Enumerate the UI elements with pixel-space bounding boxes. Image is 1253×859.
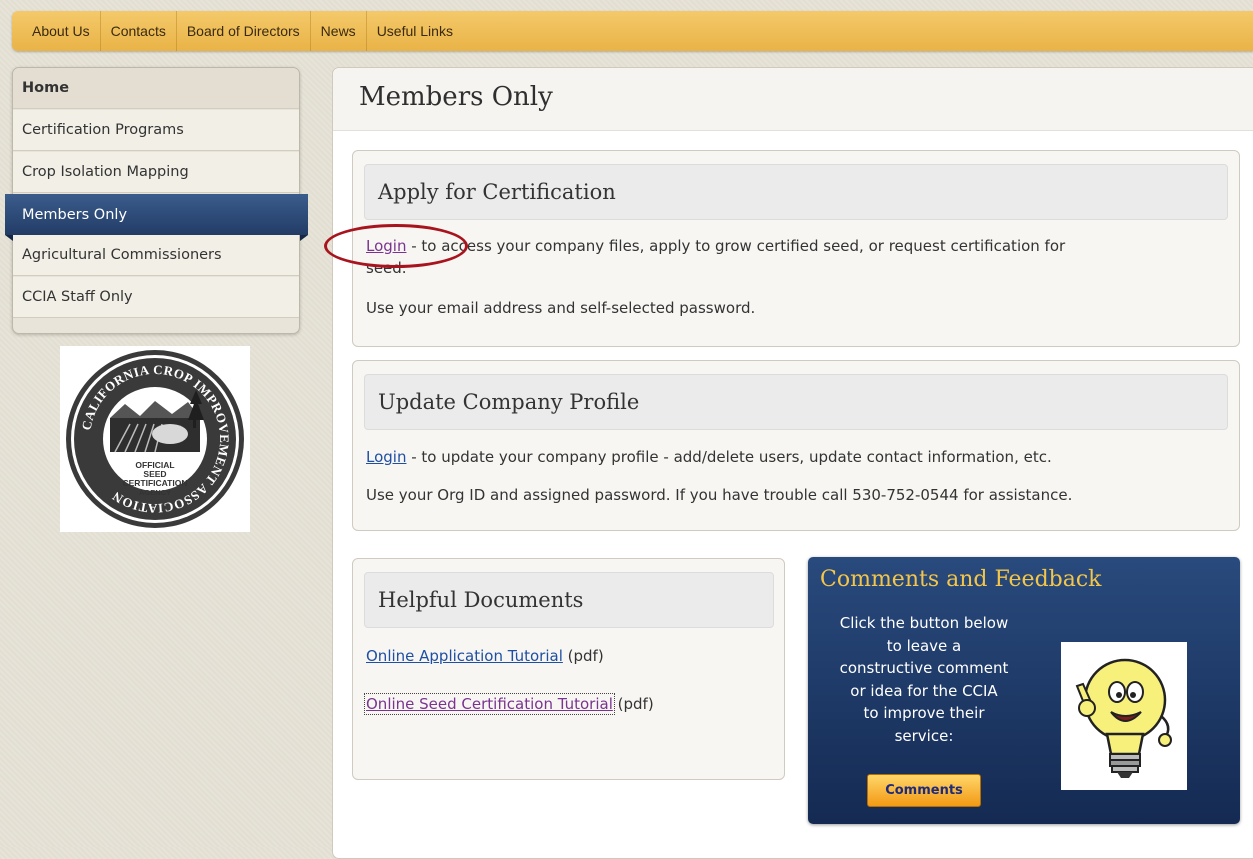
apply-line-2: Use your email address and self-selected… [366,299,756,317]
sidebar: Home Certification Programs Crop Isolati… [5,67,308,334]
doc-item-1: Online Application Tutorial (pdf) [366,645,604,667]
update-line-2: Use your Org ID and assigned password. I… [366,486,1073,504]
update-profile-heading: Update Company Profile [364,374,1228,430]
ccia-seal-logo: CALIFORNIA CROP IMPROVEMENT ASSOCIATION … [60,346,250,532]
top-nav: About Us Contacts Board of Directors New… [12,11,1253,51]
doc-item-2-suffix: (pdf) [612,695,654,713]
lightbulb-icon [1075,658,1172,778]
online-seed-certification-tutorial-link[interactable]: Online Seed Certification Tutorial [364,693,615,715]
apply-certification-heading: Apply for Certification [364,164,1228,220]
doc-item-1-suffix: (pdf) [562,647,604,665]
doc-item-2: Online Seed Certification Tutorial (pdf) [364,693,654,715]
nav-useful-links[interactable]: Useful Links [367,11,463,51]
nav-contacts[interactable]: Contacts [101,11,177,51]
svg-text:AGENCY: AGENCY [139,488,171,497]
nav-about-us[interactable]: About Us [12,11,101,51]
update-profile-card: Update Company Profile Login - to update… [352,360,1240,531]
comments-feedback-panel: Comments and Feedback Click the button b… [808,557,1240,824]
lightbulb-image [1061,642,1187,790]
sidebar-item-home[interactable]: Home [13,68,299,109]
sidebar-item-members-only[interactable]: Members Only [5,194,308,241]
comments-line: or idea for the CCIA [850,681,998,700]
apply-certification-card: Apply for Certification Login - to acces… [352,150,1240,347]
seal-icon: CALIFORNIA CROP IMPROVEMENT ASSOCIATION … [66,350,244,528]
comments-line: constructive comment [839,659,1009,677]
update-line-1: Login - to update your company profile -… [366,446,1052,468]
nav-board-of-directors[interactable]: Board of Directors [177,11,311,51]
online-application-tutorial-link[interactable]: Online Application Tutorial [366,647,563,665]
update-login-link[interactable]: Login [366,448,406,466]
comments-line: service: [894,726,954,745]
svg-text:CERTIFICATION: CERTIFICATION [122,478,187,488]
apply-login-link[interactable]: Login [366,237,406,255]
comments-title: Comments and Feedback [820,567,1102,592]
apply-line-1b: seed. [366,259,407,277]
sidebar-item-agricultural-commissioners[interactable]: Agricultural Commissioners [13,235,299,276]
comments-line: to improve their [863,704,985,722]
comments-line: Click the button below [839,614,1009,632]
helpful-documents-heading: Helpful Documents [364,572,774,628]
sidebar-item-certification-programs[interactable]: Certification Programs [13,110,299,151]
comments-description: Click the button below to leave a constr… [808,612,1040,747]
sidebar-item-crop-isolation-mapping[interactable]: Crop Isolation Mapping [13,152,299,193]
update-line-1-text: - to update your company profile - add/d… [406,448,1052,466]
apply-line-1: Login - to access your company files, ap… [366,235,1065,257]
nav-news[interactable]: News [311,11,367,51]
comments-button[interactable]: Comments [867,774,981,807]
sidebar-item-ccia-staff-only[interactable]: CCIA Staff Only [13,277,299,318]
page-title: Members Only [359,82,553,112]
apply-line-1-text: - to access your company files, apply to… [406,237,1066,255]
comments-line: to leave a [886,636,962,655]
helpful-documents-card: Helpful Documents Online Application Tut… [352,558,785,780]
page-header: Members Only [333,68,1253,131]
